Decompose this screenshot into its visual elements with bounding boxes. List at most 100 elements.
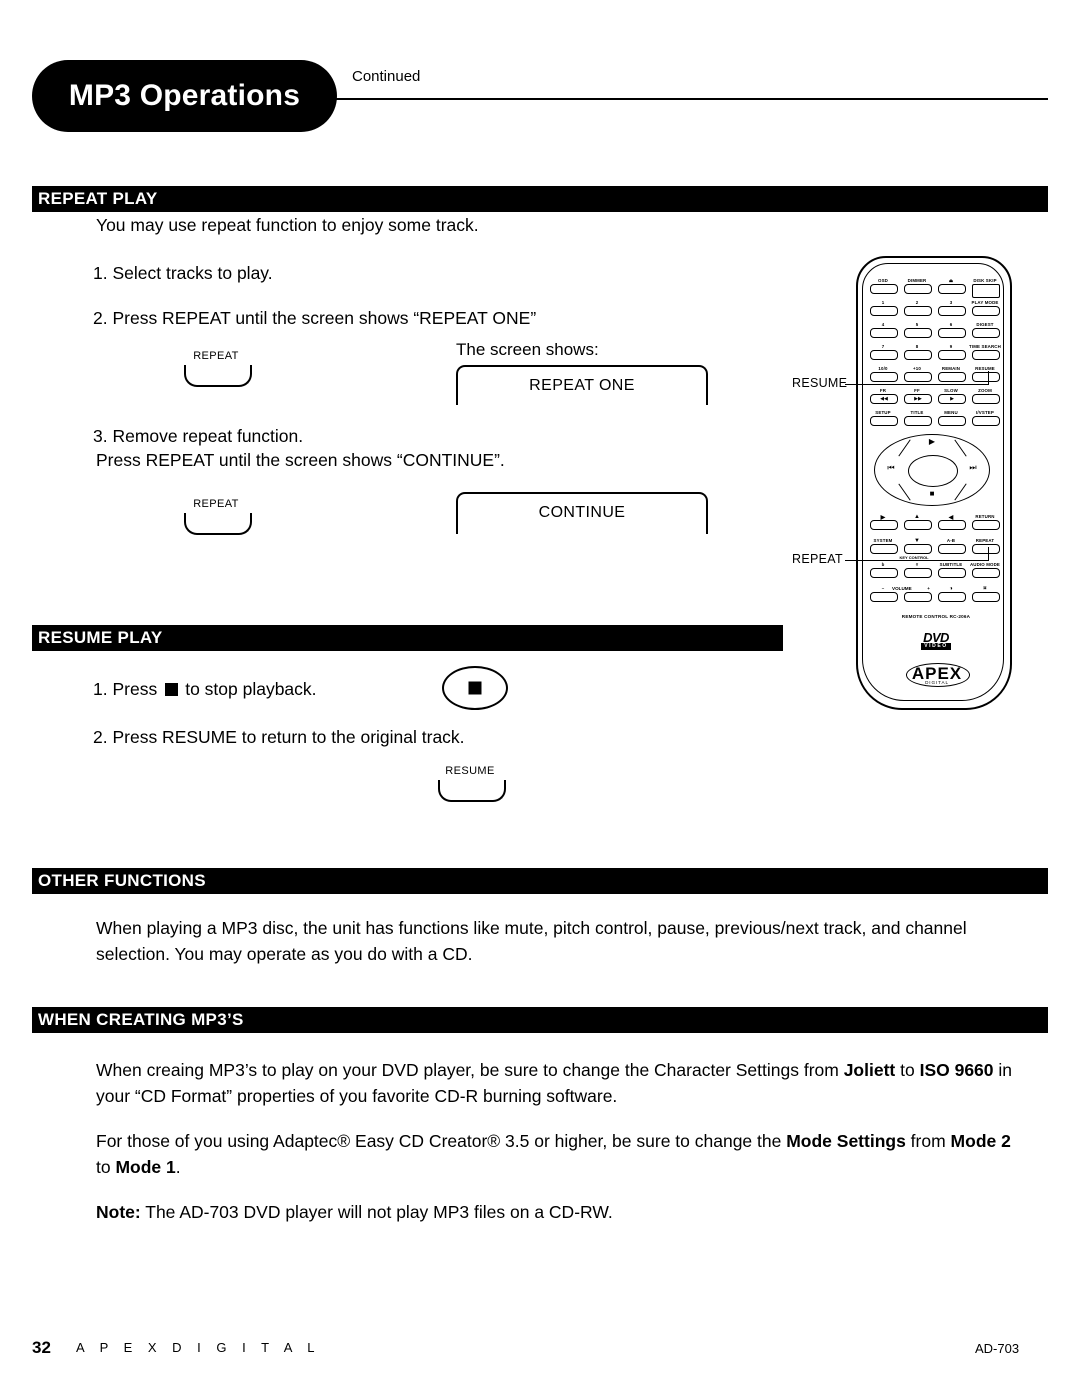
p2-part-c: from [905, 1131, 951, 1151]
remote-key-setup-label: SETUP [875, 410, 891, 415]
section-header-resume-play-label: RESUME PLAY [38, 628, 163, 647]
remote-key-return-label: RETURN [975, 514, 995, 519]
remote-key-ab-label: A-B [946, 538, 956, 543]
previous-track-icon: ⏮ [887, 463, 895, 472]
button-outline [184, 365, 252, 387]
stop-button-illustration [442, 666, 508, 710]
remote-key-9-label: 9 [949, 344, 953, 349]
resume-play-step-1: 1. Press to stop playback. [93, 676, 317, 702]
remote-key-disk-skip-label: DISK SKIP [973, 278, 997, 283]
fast-forward-icon: ▶▶ [914, 396, 922, 402]
p1-iso9660: ISO 9660 [919, 1060, 994, 1080]
section-header-other-functions-label: OTHER FUNCTIONS [38, 871, 206, 890]
play-icon: ▶ [928, 437, 936, 446]
page-number: 32 [32, 1338, 51, 1357]
remote-key-fr-label: FR [879, 388, 887, 393]
button-outline [184, 513, 252, 535]
rewind-icon: ◀◀ [880, 396, 888, 402]
p2-mode-1: Mode 1 [115, 1157, 176, 1177]
remote-key-sharp-label: # [915, 562, 919, 567]
dpad-hub [908, 455, 958, 487]
remote-key-2-label: 2 [915, 300, 919, 305]
remote-dpad: ▶ ⏮ ⏭ ■ [874, 434, 990, 506]
remote-key-zoom-label: ZOOM [978, 388, 992, 393]
remote-key-8-label: 8 [915, 344, 919, 349]
section-header-when-creating: WHEN CREATING MP3’S [32, 1007, 1048, 1033]
remote-key-system-label: SYSTEM [873, 538, 893, 543]
remote-key-menu-label: MENU [944, 410, 958, 415]
apex-brand-logo: APEX DIGITAL [902, 660, 972, 690]
screen-shows-label: The screen shows: [456, 340, 599, 359]
page-title-pill: MP3 Operations [32, 60, 337, 132]
display-text-repeat-one: REPEAT ONE [529, 377, 635, 394]
header-divider [336, 98, 1048, 100]
resume-step1-before: 1. Press [93, 679, 158, 699]
remote-key-plus-10-label: +10 [913, 366, 921, 371]
manual-page: MP3 Operations Continued REPEAT PLAY You… [0, 0, 1080, 1397]
p2-part-a: For those of you using Adaptec® Easy CD … [96, 1131, 787, 1151]
remote-key-slow-label: SLOW [944, 388, 958, 393]
remote-key-remain-label: REMAIN [941, 366, 961, 371]
resume-button-label: RESUME [445, 765, 495, 777]
p2-part-e: to [96, 1157, 116, 1177]
repeat-play-step-2: 2. Press REPEAT until the screen shows “… [93, 308, 537, 328]
volume-minus-label: – [881, 586, 885, 591]
remote-key-play-mode-label: PLAY MODE [971, 300, 999, 305]
remote-key-digest-label: DIGEST [976, 322, 994, 327]
display-text-continue: CONTINUE [538, 504, 626, 521]
next-track-icon: ⏭ [969, 463, 977, 472]
remote-key-dimmer-label: DIMMER [907, 278, 927, 283]
resume-play-step-2: 2. Press RESUME to return to the origina… [93, 727, 465, 747]
remote-key-audio-mode-label: AUDIO MODE [969, 562, 1001, 567]
callout-resume-line [845, 384, 989, 386]
remote-key-time-search-label: TIME SEARCH [969, 344, 1001, 349]
callout-resume-pointer [988, 371, 990, 385]
remote-key-6-label: 6 [949, 322, 953, 327]
remote-key-resume-label: RESUME [975, 366, 995, 371]
remote-key-osd-label: OSD [878, 278, 888, 283]
page-title: MP3 Operations [68, 79, 301, 112]
note-body: The AD-703 DVD player will not play MP3 … [140, 1202, 613, 1222]
section-header-when-creating-label: WHEN CREATING MP3’S [38, 1010, 244, 1029]
dvd-video-logo: DVD VIDEO [912, 631, 960, 653]
apex-logo-oval [906, 663, 970, 687]
remote-key-ivstep-label: I/VSTEP [976, 410, 994, 415]
dvd-logo-subtext: VIDEO [921, 643, 951, 650]
volume-plus-label: + [927, 586, 930, 591]
repeat-play-intro: You may use repeat function to enjoy som… [96, 215, 479, 235]
repeat-button-illustration-1: REPEAT [184, 350, 252, 388]
repeat-button-illustration-2: REPEAT [184, 498, 252, 536]
remote-model-text: REMOTE CONTROL RC-206A [901, 614, 971, 619]
resume-button-illustration: RESUME [438, 765, 506, 803]
when-creating-note: Note: The AD-703 DVD player will not pla… [96, 1199, 1016, 1225]
stop-square-icon [468, 681, 482, 695]
footer-brand: A P E X D I G I T A L [76, 1340, 321, 1355]
repeat-play-step-3-line2: Press REPEAT until the screen shows “CON… [96, 450, 505, 470]
remote-key-flat-label: b [881, 562, 885, 567]
volume-label: VOLUME [892, 586, 912, 591]
remote-key-3-label: 3 [949, 300, 953, 305]
callout-resume-label: RESUME [792, 376, 848, 390]
p1-part-c: to [895, 1060, 920, 1080]
resume-step1-after: to stop playback. [185, 679, 317, 699]
remote-key-repeat-label: REPEAT [975, 538, 995, 543]
p1-part-a: When creaing MP3’s to play on your DVD p… [96, 1060, 844, 1080]
remote-key-5-label: 5 [915, 322, 919, 327]
repeat-play-step-1: 1. Select tracks to play. [93, 263, 273, 283]
footer-model: AD-703 [975, 1341, 1020, 1356]
when-creating-paragraph-2: For those of you using Adaptec® Easy CD … [96, 1128, 1016, 1180]
callout-repeat-line [845, 560, 989, 562]
section-header-repeat-play: REPEAT PLAY [32, 186, 1048, 212]
display-box-continue: CONTINUE [456, 492, 708, 534]
repeat-button-label-2: REPEAT [193, 498, 239, 510]
p2-mode-settings: Mode Settings [786, 1131, 906, 1151]
continued-label: Continued [352, 68, 421, 85]
remote-key-1-label: 1 [881, 300, 885, 305]
display-box-repeat-one: REPEAT ONE [456, 365, 708, 405]
repeat-play-step-3-line1: 3. Remove repeat function. [93, 426, 304, 446]
remote-key-10-0-label: 10/0 [878, 366, 888, 371]
remote-key-title-label: TITLE [910, 410, 924, 415]
stop-icon: ■ [929, 489, 935, 498]
section-header-repeat-play-label: REPEAT PLAY [38, 189, 158, 208]
p2-part-g: . [175, 1157, 181, 1177]
